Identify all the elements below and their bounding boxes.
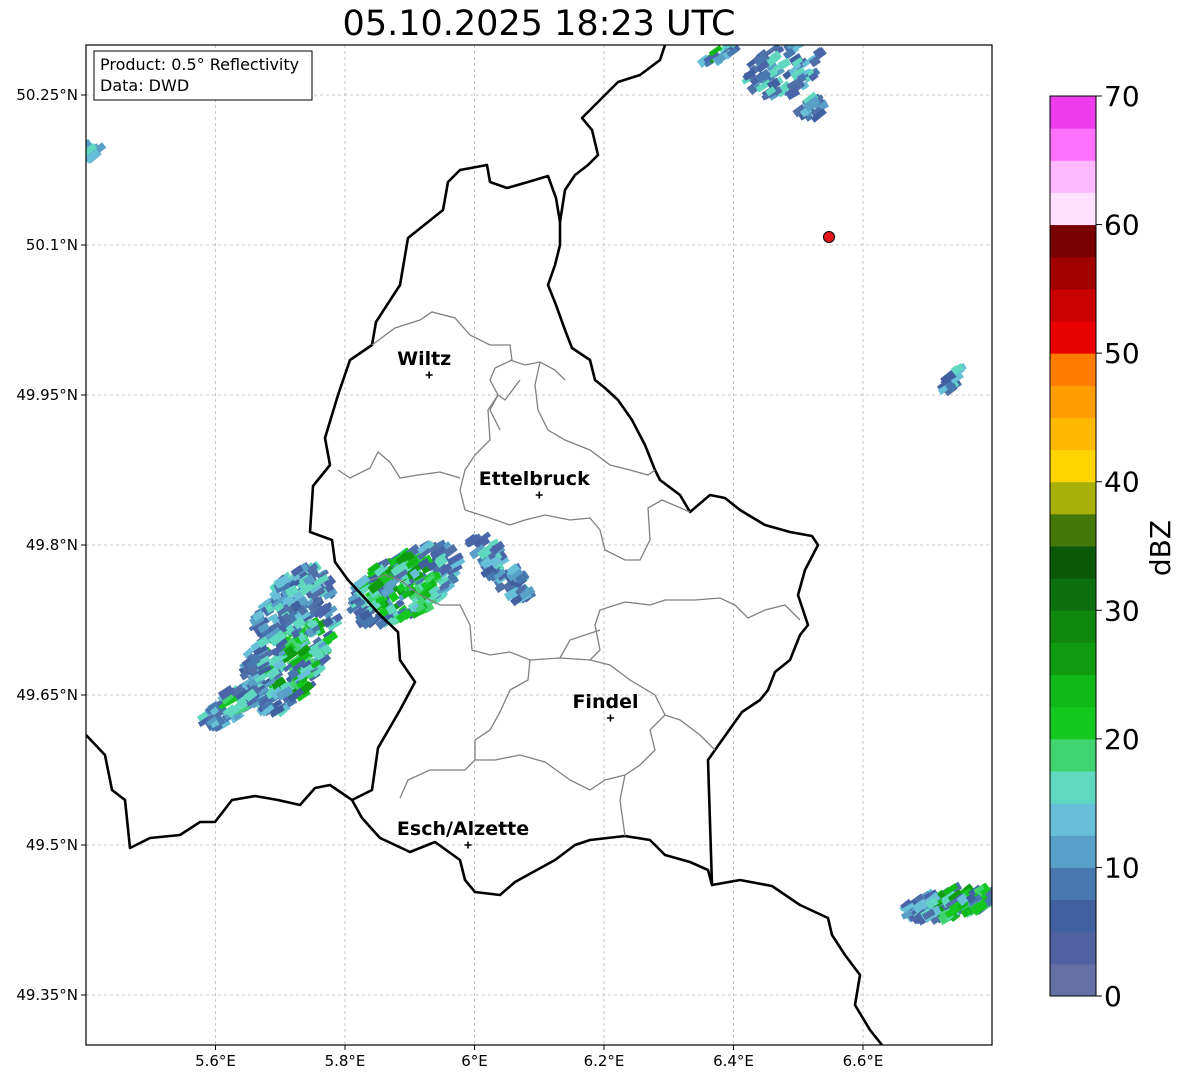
lon-tick-label: 5.6°E: [195, 1052, 236, 1070]
colorbar: [1050, 96, 1096, 997]
colorbar-segment: [1050, 385, 1096, 418]
lon-tick-label: 6.4°E: [713, 1052, 754, 1070]
colorbar-segment: [1050, 353, 1096, 386]
colorbar-tick-label: 20: [1104, 723, 1140, 756]
radar-site-marker[interactable]: [823, 231, 835, 243]
colorbar-segment: [1050, 321, 1096, 354]
colorbar-tick-label: 30: [1104, 594, 1140, 627]
colorbar-segment: [1050, 578, 1096, 611]
colorbar-segment: [1050, 128, 1096, 161]
colorbar-segment: [1050, 674, 1096, 708]
colorbar-segment: [1050, 931, 1096, 965]
colorbar-segment: [1050, 192, 1096, 226]
colorbar-segment: [1050, 899, 1096, 933]
echo-cell: [728, 45, 743, 46]
colorbar-segment: [1050, 610, 1096, 643]
colorbar-segment: [1050, 546, 1096, 579]
lat-tick-label: 49.5°N: [26, 836, 78, 854]
colorbar-segment: [1050, 224, 1096, 258]
lon-tick-label: 6°E: [461, 1052, 488, 1070]
colorbar-segment: [1050, 449, 1096, 483]
lat-tick-label: 49.95°N: [16, 386, 78, 404]
colorbar-segment: [1050, 835, 1096, 868]
lon-tick-label: 6.6°E: [843, 1052, 884, 1070]
colorbar-segment: [1050, 803, 1096, 836]
colorbar-tick-label: 50: [1104, 337, 1140, 370]
colorbar-segment: [1050, 96, 1096, 129]
lat-tick-label: 49.65°N: [16, 686, 78, 704]
colorbar-segment: [1050, 642, 1096, 676]
colorbar-segment: [1050, 481, 1096, 515]
latitude-axis: 50.25°N 50.1°N 49.95°N 49.8°N 49.65°N 49.5°N 4…: [16, 86, 86, 1004]
lat-tick-label: 49.8°N: [26, 536, 78, 554]
colorbar-segment: [1050, 288, 1096, 322]
lat-tick-label: 50.1°N: [26, 236, 78, 254]
city-label: Findel: [572, 691, 638, 713]
colorbar-tick-label: 60: [1104, 209, 1140, 242]
colorbar-segment: [1050, 738, 1096, 772]
colorbar-label: dBZ: [1144, 520, 1177, 576]
colorbar-ticks: 0 10 20 30 40 50 60 70: [1096, 80, 1140, 1013]
radar-map: WiltzEttelbruckFindelEsch/Alzette 5.6°E 5…: [16, 33, 1177, 1070]
city-label: Ettelbruck: [479, 468, 590, 490]
lon-tick-label: 5.8°E: [325, 1052, 366, 1070]
colorbar-tick-label: 0: [1104, 980, 1122, 1013]
colorbar-tick-label: 40: [1104, 466, 1140, 499]
info-data-source: Data: DWD: [100, 76, 189, 95]
colorbar-segment: [1050, 513, 1096, 547]
info-box: Product: 0.5° Reflectivity Data: DWD: [93, 50, 313, 101]
colorbar-segment: [1050, 867, 1096, 901]
info-product: Product: 0.5° Reflectivity: [100, 55, 299, 74]
city-label: Wiltz: [397, 348, 451, 370]
colorbar-segment: [1050, 706, 1096, 740]
colorbar-segment: [1050, 160, 1096, 193]
city-label: Esch/Alzette: [397, 818, 529, 840]
colorbar-segment: [1050, 963, 1096, 997]
lon-tick-label: 6.2°E: [584, 1052, 625, 1070]
echo-cell: [730, 33, 742, 44]
colorbar-tick-label: 10: [1104, 851, 1140, 884]
lat-tick-label: 49.35°N: [16, 986, 78, 1004]
colorbar-segment: [1050, 771, 1096, 804]
longitude-axis: 5.6°E 5.8°E 6°E 6.2°E 6.4°E 6.6°E: [195, 1045, 883, 1070]
colorbar-segment: [1050, 256, 1096, 290]
colorbar-tick-label: 70: [1104, 80, 1140, 113]
lat-tick-label: 50.25°N: [16, 86, 78, 104]
colorbar-segment: [1050, 417, 1096, 451]
